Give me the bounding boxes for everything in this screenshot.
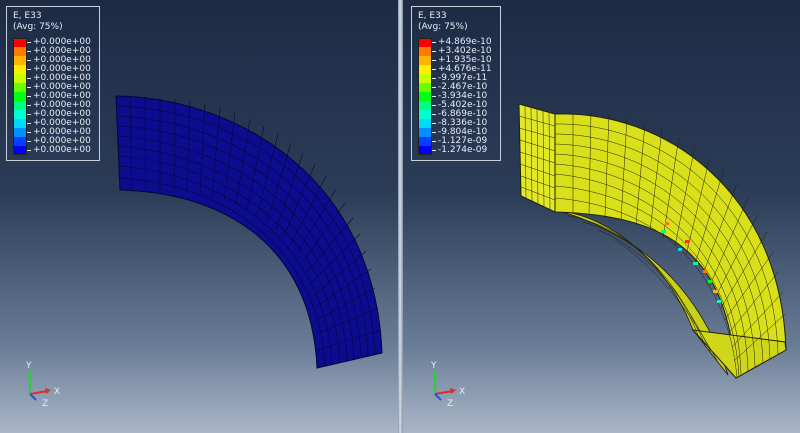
right-viewport[interactable]: E, E33 (Avg: 75%) +4.869e-10 +3.402e-10 +1… [403,0,800,433]
triad-y-label: Y [430,361,437,371]
axis-triad: Y X Z [430,361,465,408]
left-viewport[interactable]: E, E33 (Avg: 75%) +0.000e+00 +0.000e+00 +0… [0,0,398,433]
triad-x-label: X [459,387,465,397]
mesh-grid [115,95,383,369]
arc-face [115,95,383,369]
triad-z-label: Z [42,399,48,408]
axis-triad: Y X Z [25,361,60,408]
triad-z-label: Z [447,399,453,408]
triad-x-label: X [54,387,60,397]
triad-y-label: Y [25,361,32,371]
